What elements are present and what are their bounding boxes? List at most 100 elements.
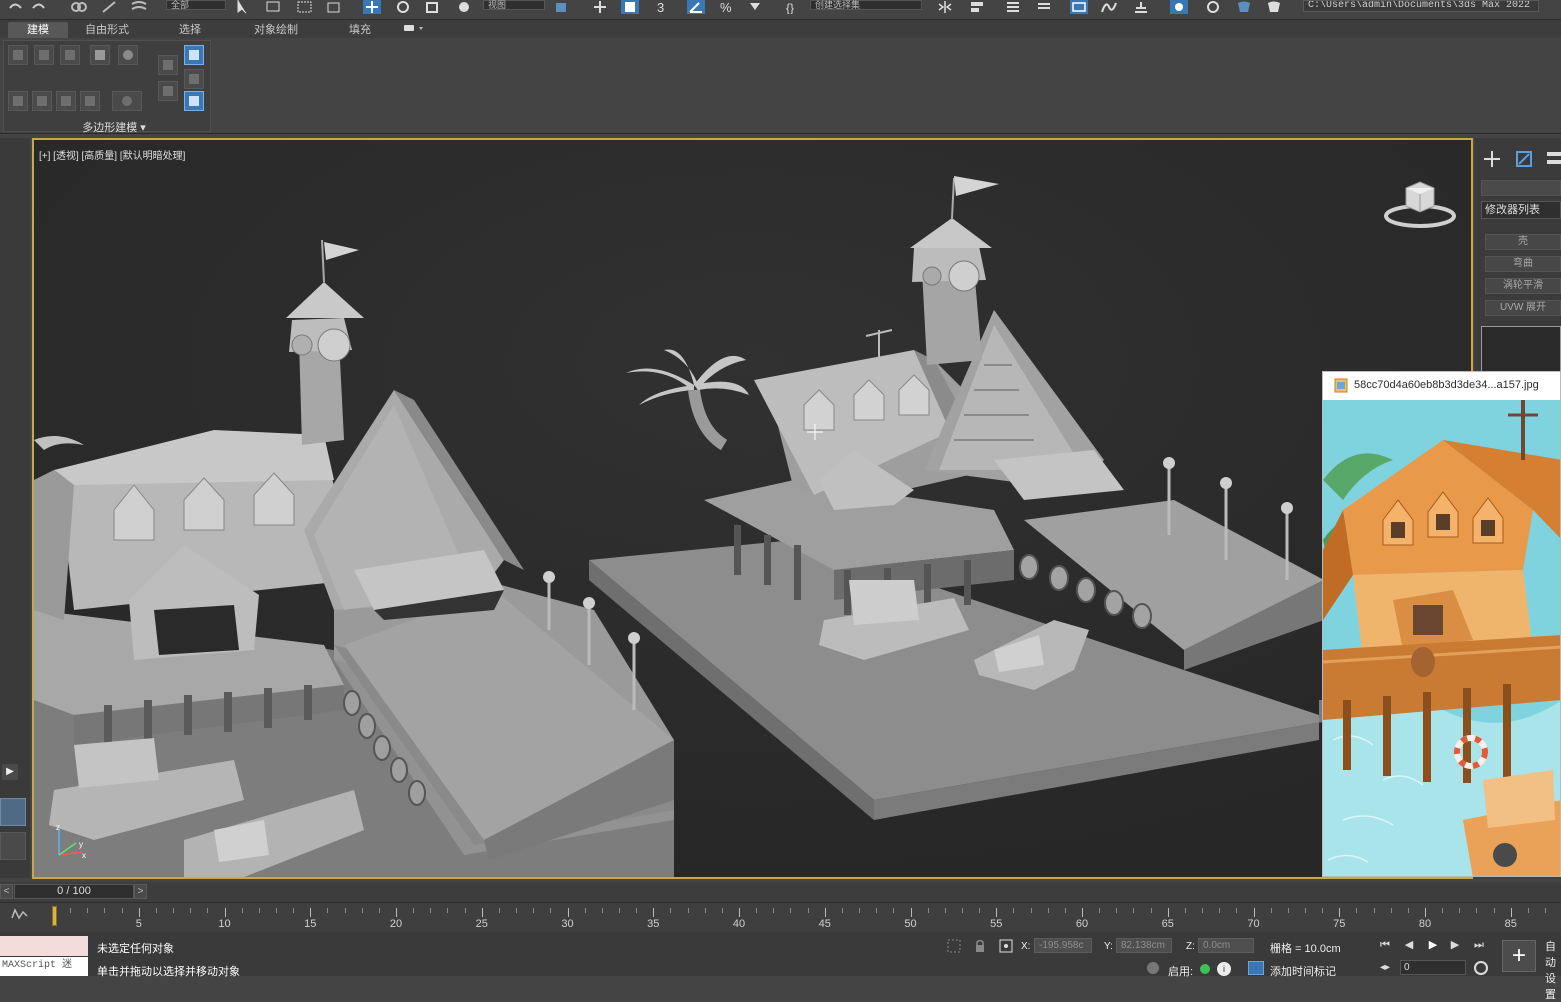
time-marker-handle[interactable] [52,906,57,926]
reference-coord-dropdown[interactable]: 视图 [483,0,545,10]
tab-populate[interactable]: 填充 [340,22,380,38]
current-frame-field[interactable]: 0 [1400,960,1466,975]
modifier-uvw-unwrap-button[interactable]: UVW 展开 [1485,300,1561,316]
layout-tab[interactable] [0,832,26,860]
go-to-start-icon[interactable]: ⏮ [1376,937,1394,953]
modifier-turbosmooth-button[interactable]: 涡轮平滑 [1485,278,1561,294]
previous-modifier-icon[interactable] [8,91,28,111]
element-mode-icon[interactable] [118,45,138,65]
curve-editor-icon[interactable] [1100,0,1118,14]
ribbon-group-label[interactable]: 多边形建模 ▾ [64,119,164,135]
tab-object-paint[interactable]: 对象绘制 [244,22,308,38]
rect-selection-icon[interactable] [296,0,314,14]
border-mode-icon[interactable] [60,45,80,65]
next-frame-icon[interactable]: ▶ [1446,937,1464,953]
select-by-name-icon[interactable] [265,0,283,14]
trackbar[interactable]: 5 10 15 20 25 30 35 40 45 50 55 60 65 70 75 80 85 [0,902,1561,932]
info-icon[interactable]: i [1217,962,1231,976]
layer-explorer-icon[interactable] [1035,0,1053,14]
tab-modeling[interactable]: 建模 [8,22,68,38]
undo-icon[interactable] [6,0,24,14]
snaps-toggle-icon[interactable]: 3 [655,0,673,15]
enable-status-dot[interactable] [1200,964,1210,974]
link-icon[interactable] [70,0,88,14]
selection-filter-dropdown[interactable]: 全部 [166,0,226,10]
rendered-frame-icon[interactable] [1235,0,1253,14]
ribbon-options-icon[interactable] [398,22,428,38]
window-crossing-icon[interactable] [325,0,343,14]
project-path-field[interactable]: C:\Users\admin\Documents\3ds Max 2022 [1303,0,1539,12]
modifier-bend-button[interactable]: 弯曲 [1485,256,1561,272]
place-icon[interactable] [455,0,473,14]
selection-lock-icon[interactable] [972,938,988,954]
material-editor-icon[interactable] [1170,0,1188,14]
named-selection-dropdown[interactable]: 创建选择集 [810,0,922,10]
preserve-uvs-icon[interactable] [56,91,76,111]
spinner-snap-icon[interactable] [746,0,764,14]
go-to-end-icon[interactable]: ⏭ [1470,937,1488,953]
next-modifier-icon[interactable] [32,91,52,111]
rotate-icon[interactable] [394,0,412,14]
play-icon[interactable]: ▶ [1424,937,1442,953]
select-manipulate-icon[interactable] [591,0,609,14]
pivot-center-icon[interactable] [553,0,571,14]
time-slider-next-button[interactable]: > [134,884,147,899]
x-coord-field[interactable]: -195.958c [1034,938,1092,953]
quickslice-icon[interactable] [112,91,142,111]
image-viewer-titlebar[interactable]: 58cc70d4a60eb8b3d3de34...a157.jpg [1323,372,1560,400]
collapse-stack-icon[interactable] [158,81,178,101]
z-coord-field[interactable]: 0.0cm [1198,938,1254,953]
isolate-selection-icon[interactable] [946,938,962,954]
select-object-icon[interactable] [234,0,252,14]
time-slider-prev-button[interactable]: < [0,884,13,899]
bind-space-warp-icon[interactable] [130,0,148,14]
modify-mode-icon[interactable] [158,55,178,75]
viewport-label-menu[interactable]: [+] [透视] [高质量] [默认明暗处理] [39,147,185,162]
redo-icon[interactable] [30,0,48,14]
maxscript-mini-listener[interactable]: MAXScript 迷 [0,957,88,976]
percent-snap-icon[interactable]: % [718,0,736,15]
image-viewer-window[interactable]: 58cc70d4a60eb8b3d3de34...a157.jpg [1322,371,1561,877]
modifier-list-dropdown[interactable]: 修改器列表 [1481,201,1561,219]
adaptive-degradation-icon[interactable] [1146,961,1160,975]
previous-frame-icon[interactable]: ◀ [1400,937,1418,953]
create-tab-icon[interactable] [1481,148,1503,170]
frame-nav-arrows-icon[interactable]: ◂▸ [1380,962,1390,973]
align-icon[interactable] [968,0,986,14]
unlink-icon[interactable] [100,0,118,14]
object-name-field[interactable] [1481,180,1561,196]
hierarchy-tab-icon[interactable] [1545,148,1561,170]
toggle-ribbon-icon[interactable] [1070,0,1088,14]
repeat-last-icon[interactable] [80,91,100,111]
angle-snap-icon[interactable] [687,0,705,14]
polygon-mode-icon[interactable] [90,45,110,65]
modifier-stack-list[interactable] [1481,326,1561,376]
tab-selection[interactable]: 选择 [168,22,212,38]
add-key-button[interactable]: + [1502,940,1536,972]
modify-tab-icon[interactable] [1513,148,1535,170]
trackbar-lane[interactable]: 5 10 15 20 25 30 35 40 45 50 55 60 65 70 75 80 85 [48,906,1561,931]
auto-set-key-text[interactable]: 自动 设置 [1545,938,1561,1002]
schematic-view-icon[interactable] [1132,0,1150,14]
open-mini-curve-editor-icon[interactable] [10,908,30,923]
time-tag-icon[interactable] [1248,961,1264,975]
add-time-tag-button[interactable]: 添加时间标记 [1270,963,1336,979]
edit-named-sel-icon[interactable]: {} [784,0,802,15]
time-slider[interactable]: 0 / 100 [14,884,134,899]
layout-tab-active[interactable] [0,798,26,826]
modifier-shell-button[interactable]: 壳 [1485,234,1561,250]
mirror-icon[interactable] [936,0,954,14]
absolute-transform-icon[interactable] [998,938,1014,954]
show-end-result-icon[interactable] [184,91,204,111]
y-coord-field[interactable]: 82.138cm [1116,938,1172,953]
time-config-icon[interactable] [1473,960,1489,976]
viewcube-icon[interactable] [1382,174,1458,230]
vertex-mode-icon[interactable] [8,45,28,65]
perspective-viewport[interactable]: x y z [+] [透视] [高质量] [默认明暗处理] [32,138,1473,879]
scale-icon[interactable] [424,0,442,14]
tab-freeform[interactable]: 自由形式 [76,22,138,38]
render-setup-icon[interactable] [1204,0,1222,14]
render-production-icon[interactable] [1265,0,1283,14]
maxscript-listener-input[interactable] [0,936,88,956]
scene-explorer-icon[interactable] [1004,0,1022,14]
